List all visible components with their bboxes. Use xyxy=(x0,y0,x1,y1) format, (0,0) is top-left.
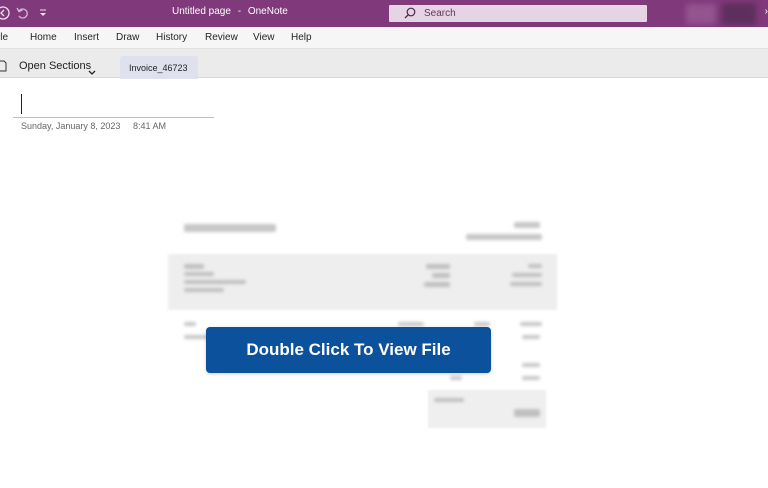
search-icon xyxy=(403,6,417,20)
account-profile[interactable] xyxy=(722,3,756,25)
search-box[interactable]: Search xyxy=(389,5,647,22)
blurred-text xyxy=(184,272,214,276)
back-icon[interactable] xyxy=(0,5,11,21)
blurred-text xyxy=(432,273,450,278)
title-bar: Untitled page - OneNote Search › xyxy=(0,0,768,27)
window-title: Untitled page - OneNote xyxy=(172,6,292,17)
account-avatar[interactable] xyxy=(686,4,716,24)
blurred-text xyxy=(522,335,540,339)
blurred-text xyxy=(522,363,540,367)
blurred-text xyxy=(450,376,462,380)
blurred-invoice-image xyxy=(168,214,558,430)
page-date: Sunday, January 8, 2023 xyxy=(21,121,121,131)
tab-history[interactable]: History xyxy=(156,32,187,43)
notebook-icon[interactable] xyxy=(0,59,7,72)
blurred-text xyxy=(474,322,490,326)
blurred-text xyxy=(184,224,276,232)
title-separator: - xyxy=(237,6,242,17)
blurred-text xyxy=(426,264,450,269)
blurred-text xyxy=(520,322,542,326)
blurred-text xyxy=(434,398,464,402)
blurred-text xyxy=(522,376,540,380)
undo-icon[interactable] xyxy=(14,5,30,21)
search-placeholder: Search xyxy=(424,8,456,19)
chevron-down-icon[interactable] xyxy=(88,63,96,75)
blurred-text xyxy=(184,264,204,269)
title-underline xyxy=(13,117,214,118)
chevron-right-icon[interactable]: › xyxy=(765,6,768,17)
page-title-input[interactable] xyxy=(21,94,22,114)
page-time: 8:41 AM xyxy=(133,121,167,131)
tab-help[interactable]: Help xyxy=(291,32,312,43)
tab-home[interactable]: Home xyxy=(30,32,57,43)
page-title-text: Untitled page xyxy=(172,6,231,17)
tab-review[interactable]: Review xyxy=(205,32,238,43)
blurred-text xyxy=(514,222,540,228)
tab-file[interactable]: ile xyxy=(0,32,8,43)
view-file-label: Double Click To View File xyxy=(246,340,451,359)
section-tab-invoice[interactable]: Invoice_46723 xyxy=(120,56,198,79)
blurred-text xyxy=(510,282,542,286)
section-bar: Open Sections Invoice_46723 xyxy=(0,48,768,79)
view-file-button[interactable]: Double Click To View File xyxy=(206,327,491,373)
blurred-text xyxy=(514,409,540,417)
blurred-text xyxy=(466,234,542,240)
blurred-text xyxy=(512,273,542,277)
blurred-text xyxy=(424,282,450,287)
open-sections-button[interactable]: Open Sections xyxy=(19,60,91,72)
blurred-text xyxy=(398,322,424,326)
blurred-text xyxy=(184,322,196,326)
blurred-text xyxy=(184,288,224,292)
app-name: OneNote xyxy=(247,6,288,17)
quick-access-dropdown-icon[interactable] xyxy=(35,5,51,21)
blurred-text xyxy=(184,280,246,284)
ribbon-tabs: ile Home Insert Draw History Review View… xyxy=(0,27,768,48)
tab-insert[interactable]: Insert xyxy=(74,32,99,43)
blurred-text xyxy=(528,264,542,268)
tab-draw[interactable]: Draw xyxy=(116,32,139,43)
section-tab-label: Invoice_46723 xyxy=(129,63,188,73)
tab-view[interactable]: View xyxy=(253,32,275,43)
